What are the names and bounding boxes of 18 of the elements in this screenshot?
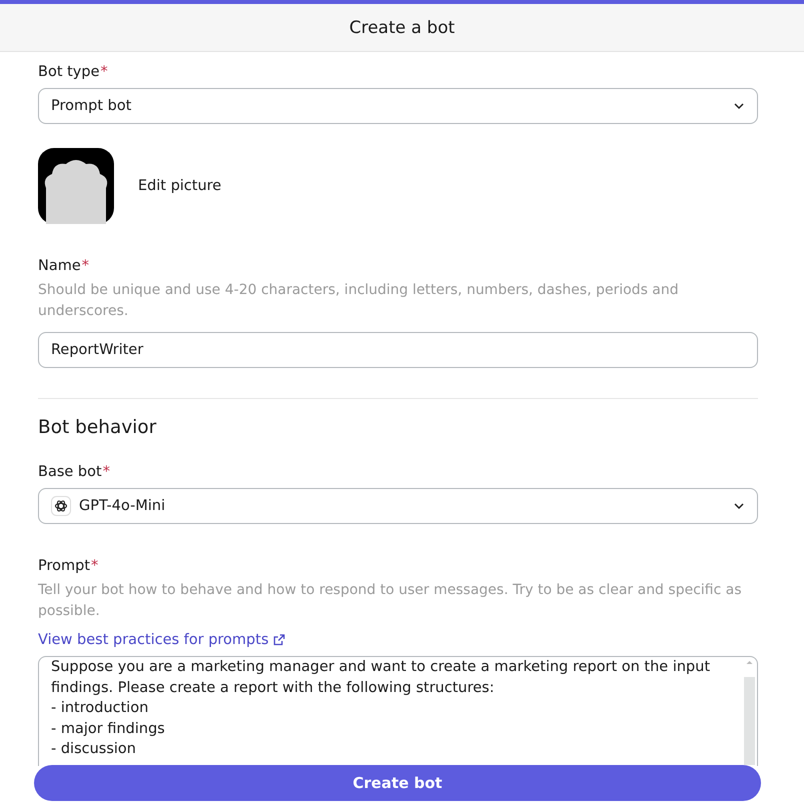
base-bot-select[interactable]: GPT-4o-Mini <box>38 488 758 524</box>
field-label: Name* <box>38 258 90 274</box>
field-hint: Should be unique and use 4-20 characters, including letters, numbers, dashes, periods and underscores. <box>38 281 680 321</box>
external-link-icon <box>272 634 285 646</box>
field-label: Base bot* <box>38 464 111 480</box>
best-practices-link[interactable]: View best practices for prompts <box>38 632 285 648</box>
field-label: Bot type* <box>38 64 109 80</box>
field-hint: Tell your bot how to behave and how to respond to user messages. Try to be as clear and specific as possible. <box>38 581 742 621</box>
name-input[interactable]: ReportWriter <box>38 332 758 368</box>
edit-picture-button[interactable]: Edit picture <box>138 178 222 194</box>
field-label: Prompt* <box>38 558 100 574</box>
section-title: Bot behavior <box>38 417 158 438</box>
page-title: Create a bot <box>349 18 455 38</box>
model-logo-icon <box>51 496 71 516</box>
scrollbar-icon <box>744 659 755 765</box>
bot-avatar-icon[interactable] <box>38 148 114 224</box>
bot-type-select[interactable]: Prompt bot <box>38 88 758 124</box>
create-bot-button[interactable]: Create bot <box>34 765 761 801</box>
